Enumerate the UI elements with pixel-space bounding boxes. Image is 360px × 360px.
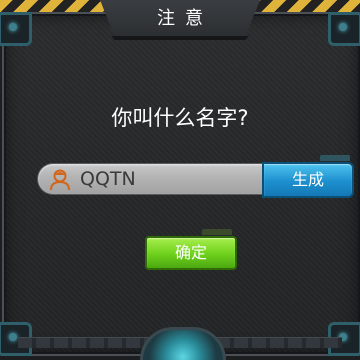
confirm-button[interactable]: 确定 (145, 236, 237, 270)
user-avatar-icon (50, 169, 70, 191)
name-value: QQTN (80, 168, 136, 190)
corner-bolt-icon (328, 12, 360, 46)
name-input[interactable]: QQTN (38, 164, 266, 194)
generate-name-button[interactable]: 生成 (262, 162, 354, 198)
confirm-button-tab (202, 229, 232, 235)
dialog-title: 注意 (157, 8, 213, 29)
corner-bolt-icon (0, 12, 32, 46)
title-tab-shadow (111, 36, 249, 40)
generate-button-tab (320, 155, 350, 161)
name-question: 你叫什么名字? (111, 106, 249, 130)
game-dialog-screen: 注意 你叫什么名字? QQTN 生成 确定 (0, 0, 360, 360)
